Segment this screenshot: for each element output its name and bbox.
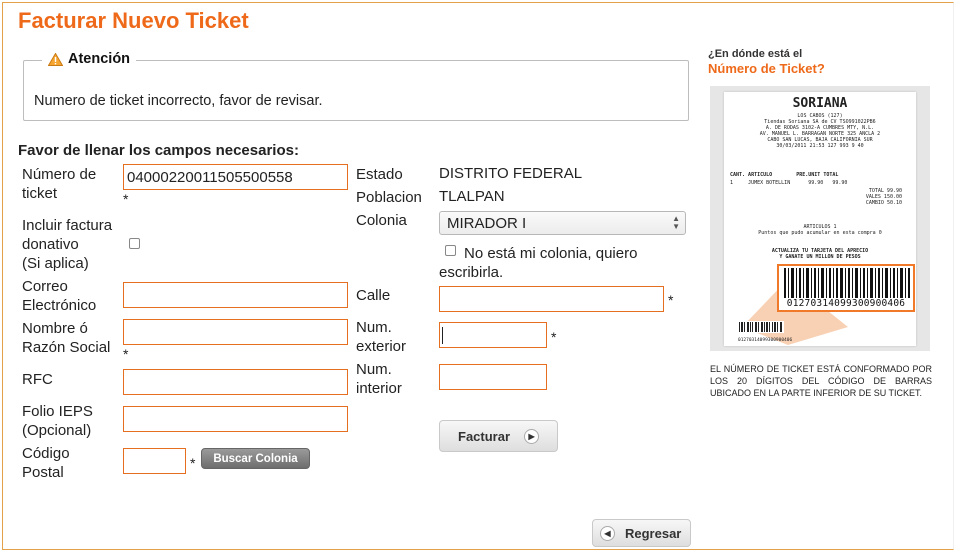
folio-label-line2: (Opcional) [22,422,92,439]
alert-legend: Atención [42,51,137,67]
num-ext-label: Num. exterior [356,318,406,356]
num-interior-field[interactable] [439,364,547,390]
poblacion-label: Poblacion [356,189,422,206]
rfc-field[interactable] [123,369,348,395]
razon-social-field[interactable] [123,319,348,345]
ticket-label-line1: Número de [22,166,97,183]
ticket-label-line2: ticket [22,185,58,202]
small-barcode-icon [738,321,784,333]
help-title: Número de Ticket? [708,61,825,76]
num-int-label-line1: Num. [356,361,392,378]
ticket-number-input[interactable] [123,164,348,190]
nombre-required-mark: * [123,346,129,362]
num-ext-required-mark: * [551,329,557,345]
page-title: Facturar Nuevo Ticket [18,8,249,33]
arrow-left-icon: ◀ [600,525,615,541]
num-int-label: Num. interior [356,360,402,398]
receipt-brand: SORIANA [792,96,848,111]
facturar-button[interactable]: Facturar ▶ [439,420,558,452]
correo-label: Correo Electrónico [22,277,96,315]
colonia-selected-value: MIRADOR I [447,215,527,232]
receipt-cambio: CAMBIO 50.10 [865,200,902,206]
alert-legend-label: Atención [68,51,131,67]
nombre-label-line1: Nombre ó [22,320,88,337]
folio-label-line1: Folio IEPS [22,403,93,420]
cp-required-mark: * [190,455,196,471]
nombre-label-line2: Razón Social [22,339,111,356]
arrow-right-icon: ▶ [524,428,540,444]
colonia-select[interactable]: MIRADOR I ▲ ▼ [439,211,686,235]
form-subtitle: Favor de llenar los campos necesarios: [18,142,299,159]
help-question: ¿En dónde está el [708,48,803,60]
correo-label-line1: Correo [22,278,68,295]
barcode-zoom: 01270314099300900406 [777,264,915,312]
receipt-totals: TOTAL 99.90 VALES 150.00 CAMBIO 50.10 [724,188,902,206]
postal-code-field[interactable] [123,448,186,474]
regresar-button[interactable]: ◀ Regresar [592,519,691,547]
select-arrows-icon: ▲ ▼ [672,214,680,231]
donativo-label-line3: (Si aplica) [22,255,89,272]
receipt-cols: CANT. ARTICULO PRE.UNIT TOTAL [730,172,839,178]
calle-field[interactable] [439,286,664,312]
buscar-colonia-button[interactable]: Buscar Colonia [201,448,310,469]
receipt-header: LOS CABOS (127) Tiendas Soriana SA de CV… [724,113,916,149]
donativo-label: Incluir factura donativo (Si aplica) [22,216,112,273]
donativo-label-line2: donativo [22,236,79,253]
cp-label-line1: Código [22,445,70,462]
small-barcode-digits: 01270314099300900406 [738,338,793,343]
warning-icon [48,52,63,66]
ticket-label: Número de ticket [22,165,96,203]
correo-label-line2: Electrónico [22,297,97,314]
no-colonia-label-line1: No está mi colonia, quiero [464,245,638,262]
rfc-label: RFC [22,371,53,388]
estado-value: DISTRITO FEDERAL [439,165,583,182]
alert-message: Numero de ticket incorrecto, favor de re… [34,93,323,109]
barcode-icon [784,268,910,298]
text-cursor [442,327,443,344]
barcode-digits: 01270314099300900406 [786,298,906,309]
receipt-line1: 1 JUMEX BOTELLIN 99.90 99.90 [730,180,848,186]
no-colonia-label-line2: escribirla. [439,264,504,281]
calle-required-mark: * [668,292,674,308]
receipt-datetime: 30/03/2011 21:53 127 993 9 40 [776,143,864,149]
no-colonia-label: No está mi colonia, quiero escribirla. [439,244,637,282]
receipt-promo2: Y GANATE UN MILLON DE PESOS [779,254,861,260]
folio-ieps-field[interactable] [123,406,348,432]
email-field[interactable] [123,282,348,308]
poblacion-value: TLALPAN [439,188,505,205]
num-ext-label-line1: Num. [356,319,392,336]
regresar-button-label: Regresar [625,525,682,541]
cp-label-line2: Postal [22,464,64,481]
alert-box: Atención Numero de ticket incorrecto, fa… [23,51,689,121]
receipt-puntos: Puntos que pudo acumular en esta compra … [758,230,882,236]
calle-label: Calle [356,287,391,304]
ticket-required-mark: * [123,191,129,207]
donativo-label-line1: Incluir factura [22,217,113,234]
num-int-label-line2: interior [356,380,402,397]
nombre-label: Nombre ó Razón Social [22,319,110,357]
folio-label: Folio IEPS (Opcional) [22,402,93,440]
receipt-promo: ACTUALIZA TU TARJETA DEL APRECIO Y GANAT… [724,248,916,260]
num-ext-label-line2: exterior [356,338,407,355]
estado-label: Estado [356,166,403,183]
colonia-label: Colonia [356,212,407,229]
help-description: El número de ticket está conformado por … [710,364,932,398]
num-exterior-field[interactable] [439,322,547,348]
facturar-button-label: Facturar [458,428,511,444]
donativo-checkbox[interactable] [129,238,140,249]
cp-label: Código Postal [22,444,70,482]
receipt-footer: ARTICULOS 1 Puntos que pudo acumular en … [724,224,916,236]
